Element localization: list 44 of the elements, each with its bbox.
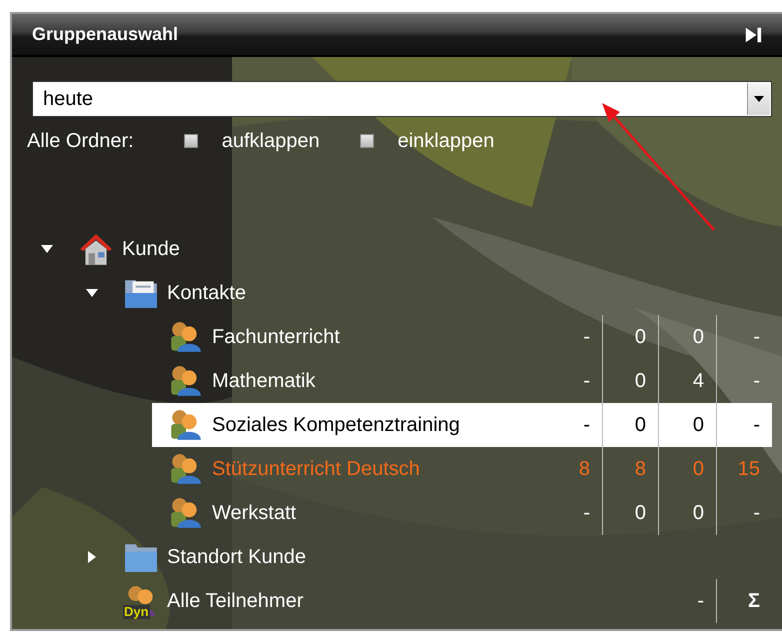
count-cell: 0 bbox=[658, 491, 716, 535]
folder-options-label: Alle Ordner: bbox=[27, 130, 134, 152]
tree-item[interactable]: Kontakte bbox=[167, 282, 772, 304]
tree-item[interactable]: Standort Kunde bbox=[167, 546, 772, 568]
caret-icon bbox=[754, 96, 764, 102]
count-cell: 0 bbox=[602, 315, 658, 359]
sum-cell: Σ bbox=[716, 579, 772, 623]
count-cell: 0 bbox=[658, 403, 716, 447]
count-cell-text: - bbox=[582, 324, 591, 350]
tree-item[interactable]: Soziales Kompetenztraining - 0 0 - bbox=[152, 403, 772, 447]
expanded-triangle-icon[interactable] bbox=[41, 245, 53, 253]
tree-item[interactable]: Werkstatt - 0 0 - bbox=[152, 491, 772, 535]
people-icon bbox=[168, 320, 204, 354]
count-cell: 0 bbox=[602, 403, 658, 447]
count-cell-text: - bbox=[696, 588, 705, 614]
count-cell: 0 bbox=[658, 315, 716, 359]
filter-dropdown[interactable]: heute bbox=[32, 81, 772, 117]
tree-item[interactable]: Fachunterricht - 0 0 - bbox=[152, 315, 772, 359]
count-cell: 15 bbox=[716, 447, 772, 491]
count-cell-text: - bbox=[582, 368, 591, 394]
people-icon bbox=[168, 496, 204, 530]
checkbox-label[interactable]: aufklappen bbox=[222, 130, 320, 152]
tree-item[interactable]: Kunde bbox=[122, 238, 772, 260]
count-cell: 0 bbox=[602, 491, 658, 535]
panel-title: Gruppenauswahl bbox=[32, 24, 178, 45]
count-cell: - bbox=[716, 315, 772, 359]
people-icon bbox=[168, 452, 204, 486]
skip-end-icon[interactable] bbox=[744, 26, 762, 44]
count-cell-text: - bbox=[582, 412, 591, 438]
count-cell: - bbox=[716, 403, 772, 447]
checkbox[interactable] bbox=[360, 134, 374, 148]
people-icon bbox=[168, 408, 204, 442]
count-cell: 8 bbox=[602, 447, 658, 491]
house-icon bbox=[78, 232, 114, 266]
collapsed-triangle-icon[interactable] bbox=[88, 551, 96, 563]
checkbox-label[interactable]: einklappen bbox=[398, 130, 494, 152]
checkbox[interactable] bbox=[184, 134, 198, 148]
count-cell: 0 bbox=[658, 447, 716, 491]
tree-item[interactable]: Alle Teilnehmer bbox=[167, 590, 658, 612]
count-cell: - bbox=[716, 491, 772, 535]
expanded-triangle-icon[interactable] bbox=[86, 289, 98, 297]
count-cell-text: - bbox=[582, 500, 591, 526]
count-cell-text: 8 bbox=[578, 456, 591, 482]
people-icon bbox=[168, 364, 204, 398]
